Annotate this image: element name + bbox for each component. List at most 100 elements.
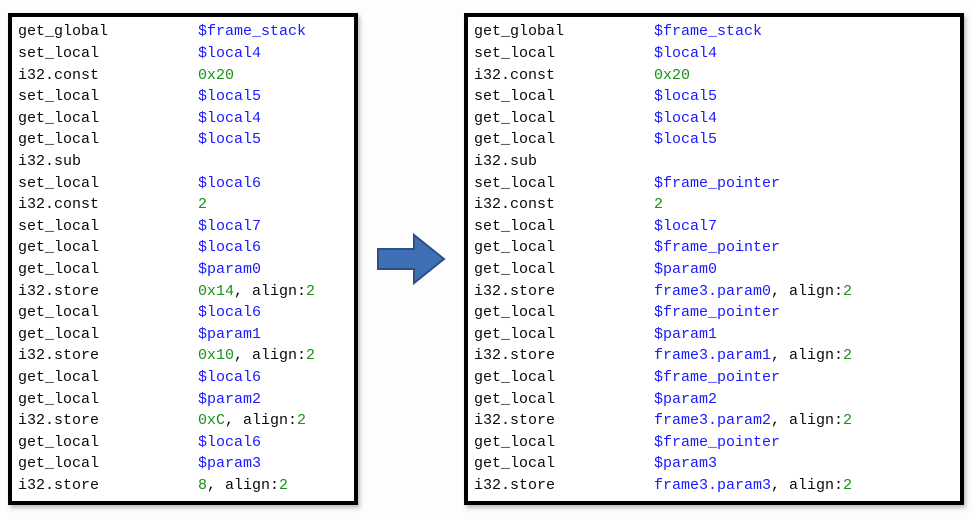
opcode: i32.const xyxy=(474,65,654,87)
opcode: i32.sub xyxy=(18,151,198,173)
operand-token: 2 xyxy=(306,347,315,364)
operand-token: 0x10 xyxy=(198,347,234,364)
opcode: get_local xyxy=(474,259,654,281)
operand-token: frame3.param0 xyxy=(654,283,771,300)
opcode: i32.sub xyxy=(474,151,654,173)
code-line: get_local$frame_pointer xyxy=(474,302,954,324)
operands: frame3.param2, align:2 xyxy=(654,410,954,432)
operand-token: $local4 xyxy=(198,45,261,62)
operand-token: 2 xyxy=(297,412,306,429)
opcode: get_local xyxy=(474,389,654,411)
operand-token: , align: xyxy=(771,347,843,364)
code-line: set_local$local5 xyxy=(18,86,348,108)
code-line: set_local$frame_pointer xyxy=(474,173,954,195)
code-line: i32.const2 xyxy=(18,194,348,216)
code-line: i32.store0x10, align:2 xyxy=(18,345,348,367)
operand-token: 0xC xyxy=(198,412,225,429)
operand-token: 0x20 xyxy=(198,67,234,84)
code-line: get_local$local6 xyxy=(18,367,348,389)
operands: $local6 xyxy=(198,173,348,195)
operand-token: , align: xyxy=(234,283,306,300)
operands: 0x20 xyxy=(654,65,954,87)
operand-token: $param0 xyxy=(654,261,717,278)
opcode: get_local xyxy=(18,324,198,346)
operands: $frame_pointer xyxy=(654,173,954,195)
opcode: get_local xyxy=(18,453,198,475)
operand-token: $param3 xyxy=(654,455,717,472)
operands: $local6 xyxy=(198,432,348,454)
operand-token: $frame_pointer xyxy=(654,304,780,321)
operands: $local7 xyxy=(654,216,954,238)
opcode: set_local xyxy=(474,86,654,108)
code-line: i32.storeframe3.param2, align:2 xyxy=(474,410,954,432)
operand-token: $local7 xyxy=(654,218,717,235)
opcode: set_local xyxy=(474,173,654,195)
operands: $param3 xyxy=(198,453,348,475)
code-line: get_local$local6 xyxy=(18,302,348,324)
operand-token: $local5 xyxy=(198,131,261,148)
code-panel-before: get_global$frame_stackset_local$local4i3… xyxy=(8,13,358,504)
operands: $local4 xyxy=(198,108,348,130)
operands: $local6 xyxy=(198,237,348,259)
operands: $param3 xyxy=(654,453,954,475)
code-line: get_local$param0 xyxy=(474,259,954,281)
opcode: i32.store xyxy=(18,345,198,367)
code-line: get_local$local4 xyxy=(18,108,348,130)
operand-token: frame3.param3 xyxy=(654,477,771,494)
operand-token: 0x14 xyxy=(198,283,234,300)
operands: $frame_stack xyxy=(198,21,348,43)
operand-token: frame3.param1 xyxy=(654,347,771,364)
opcode: get_local xyxy=(474,108,654,130)
code-line: set_local$local4 xyxy=(18,43,348,65)
operand-token: 2 xyxy=(843,347,852,364)
opcode: set_local xyxy=(18,216,198,238)
operands: $param2 xyxy=(654,389,954,411)
opcode: i32.const xyxy=(18,194,198,216)
operand-token: $local4 xyxy=(654,45,717,62)
operand-token: 8 xyxy=(198,477,207,494)
code-line: get_local$param3 xyxy=(18,453,348,475)
operands xyxy=(654,151,954,173)
arrow-container xyxy=(376,229,446,289)
operand-token: $local7 xyxy=(198,218,261,235)
code-line: set_local$local6 xyxy=(18,173,348,195)
opcode: i32.store xyxy=(474,281,654,303)
opcode: i32.store xyxy=(18,281,198,303)
operands: $local7 xyxy=(198,216,348,238)
code-line: i32.store8, align:2 xyxy=(18,475,348,497)
code-line: set_local$local4 xyxy=(474,43,954,65)
operands: 8, align:2 xyxy=(198,475,348,497)
operand-token: $local6 xyxy=(198,239,261,256)
operand-token: $frame_pointer xyxy=(654,434,780,451)
operands: frame3.param1, align:2 xyxy=(654,345,954,367)
arrow-shape xyxy=(378,235,444,283)
operands: 0x20 xyxy=(198,65,348,87)
code-line: i32.sub xyxy=(18,151,348,173)
opcode: i32.store xyxy=(18,410,198,432)
operand-token: 2 xyxy=(654,196,663,213)
operands: $local5 xyxy=(654,129,954,151)
operand-token: frame3.param2 xyxy=(654,412,771,429)
opcode: i32.store xyxy=(474,345,654,367)
opcode: i32.store xyxy=(474,410,654,432)
code-panel-after: get_global$frame_stackset_local$local4i3… xyxy=(464,13,964,504)
opcode: get_global xyxy=(18,21,198,43)
operand-token: $param3 xyxy=(198,455,261,472)
code-line: i32.const2 xyxy=(474,194,954,216)
operands: $local6 xyxy=(198,367,348,389)
operand-token: , align: xyxy=(771,412,843,429)
opcode: set_local xyxy=(18,86,198,108)
opcode: i32.store xyxy=(474,475,654,497)
opcode: set_local xyxy=(18,173,198,195)
opcode: i32.store xyxy=(18,475,198,497)
opcode: get_local xyxy=(18,367,198,389)
opcode: i32.const xyxy=(474,194,654,216)
code-line: i32.storeframe3.param0, align:2 xyxy=(474,281,954,303)
opcode: get_local xyxy=(474,453,654,475)
operand-token: , align: xyxy=(771,477,843,494)
code-line: get_local$param2 xyxy=(18,389,348,411)
operands: $param0 xyxy=(198,259,348,281)
operand-token: $param1 xyxy=(654,326,717,343)
opcode: get_global xyxy=(474,21,654,43)
code-line: get_local$param1 xyxy=(18,324,348,346)
